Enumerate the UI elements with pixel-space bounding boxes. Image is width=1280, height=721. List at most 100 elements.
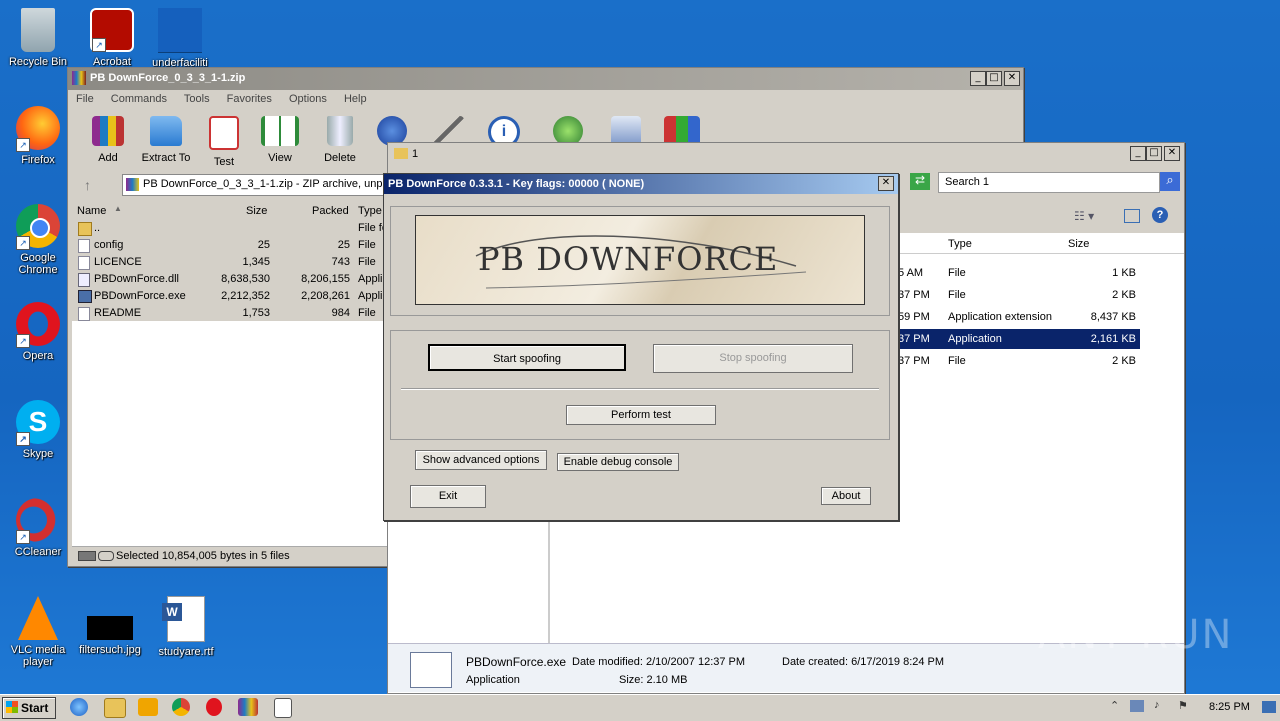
book-view-icon: [261, 116, 299, 146]
enable-debug-console-button[interactable]: Enable debug console: [557, 453, 679, 471]
desktop-icon-filtersuch[interactable]: filtersuch.jpg: [72, 596, 148, 656]
drive-icon: [78, 551, 96, 561]
folder-extract-icon: [150, 116, 182, 146]
path-bar: ↑ PB DownForce_0_3_3_1-1.zip - ZIP archi…: [72, 174, 394, 196]
winrar-titlebar[interactable]: PB DownForce_0_3_3_1-1.zip _ □ ✕: [68, 68, 1023, 90]
media-player-icon[interactable]: [138, 698, 158, 716]
anyrun-watermark: ANY RUN: [1038, 612, 1234, 658]
vlc-icon: [18, 596, 58, 640]
table-row[interactable]: .. File fo: [72, 220, 390, 237]
flag-icon[interactable]: ⚑: [1178, 699, 1188, 712]
col-size[interactable]: Size: [1068, 238, 1089, 250]
table-row[interactable]: LICENCE 1,345 743 File: [72, 254, 390, 271]
desktop-icon-skype[interactable]: S ↗ Skype: [0, 400, 76, 460]
test-button[interactable]: Test: [192, 116, 256, 168]
table-row[interactable]: 59 PM Application extension 8,437 KB: [898, 307, 1140, 327]
search-icon[interactable]: ⌕: [1160, 172, 1180, 191]
table-row[interactable]: 37 PM File 2 KB: [898, 351, 1140, 371]
exit-button[interactable]: Exit: [410, 485, 486, 508]
close-button[interactable]: ✕: [1004, 71, 1020, 86]
table-row[interactable]: 37 PM File 2 KB: [898, 285, 1140, 305]
dialog-titlebar[interactable]: PB DownForce 0.3.3.1 - Key flags: 00000 …: [384, 174, 898, 194]
desktop-icon-studyare[interactable]: W studyare.rtf: [148, 596, 224, 658]
app-window-icon[interactable]: [274, 698, 292, 718]
path-field[interactable]: PB DownForce_0_3_3_1-1.zip - ZIP archive…: [122, 174, 394, 196]
view-button[interactable]: View: [248, 116, 312, 164]
desktop-icon-underfaciliti[interactable]: underfaciliti: [142, 8, 218, 69]
maximize-button[interactable]: □: [1146, 146, 1162, 161]
desktop-icon-vlc[interactable]: VLC media player: [0, 596, 76, 668]
banner-image: PB DOWNFORCE: [415, 215, 865, 305]
minimize-button[interactable]: _: [970, 71, 986, 86]
extract-to-button[interactable]: Extract To: [134, 116, 198, 164]
desktop-icon-chrome[interactable]: ↗ Google Chrome: [0, 204, 76, 276]
perform-test-button[interactable]: Perform test: [566, 405, 716, 425]
chrome-icon[interactable]: [172, 698, 190, 716]
explorer-icon[interactable]: [104, 698, 126, 718]
volume-icon[interactable]: ♪: [1154, 699, 1160, 711]
skype-icon: S ↗: [16, 400, 60, 446]
table-row[interactable]: README 1,753 984 File: [72, 305, 390, 322]
desktop-icon-recycle-bin[interactable]: Recycle Bin: [0, 8, 76, 68]
menu-tools[interactable]: Tools: [184, 93, 210, 105]
desktop-icon-acrobat[interactable]: ↗ Acrobat: [74, 8, 150, 68]
trash-icon: [327, 116, 353, 146]
close-button[interactable]: ✕: [878, 176, 894, 191]
view-options-icon[interactable]: ☷ ▾: [1074, 209, 1094, 223]
ie-icon[interactable]: [70, 698, 88, 716]
winrar-icon[interactable]: [238, 698, 258, 716]
show-advanced-options-button[interactable]: Show advanced options: [415, 450, 547, 470]
menu-options[interactable]: Options: [289, 93, 327, 105]
minimize-button[interactable]: _: [1130, 146, 1146, 161]
pane-divider[interactable]: [548, 513, 550, 643]
menu-help[interactable]: Help: [344, 93, 367, 105]
opera-icon[interactable]: [206, 698, 222, 716]
maximize-button[interactable]: □: [986, 71, 1002, 86]
details-created: Date created: 6/17/2019 8:24 PM: [782, 656, 945, 668]
table-row[interactable]: config 25 25 File: [72, 237, 390, 254]
menu-commands[interactable]: Commands: [111, 93, 167, 105]
stop-spoofing-button[interactable]: Stop spoofing: [653, 344, 853, 373]
about-button[interactable]: About: [821, 487, 871, 505]
menu-file[interactable]: File: [76, 93, 94, 105]
table-row[interactable]: 5 AM File 1 KB: [898, 263, 1140, 283]
col-packed[interactable]: Packed: [312, 205, 349, 217]
explorer-titlebar[interactable]: 1 _ □ ✕: [388, 143, 1184, 165]
desktop-icon-label: Google Chrome: [18, 252, 58, 276]
menu-favorites[interactable]: Favorites: [227, 93, 272, 105]
desktop-icon-label: VLC media player: [10, 644, 66, 668]
table-row-selected[interactable]: 37 PM Application 2,161 KB: [898, 329, 1140, 349]
start-spoofing-button[interactable]: Start spoofing: [428, 344, 626, 371]
add-button[interactable]: Add: [76, 116, 140, 164]
up-arrow-icon[interactable]: ↑: [84, 177, 91, 193]
col-type[interactable]: Type: [358, 205, 382, 217]
exe-file-icon: [78, 290, 92, 303]
search-input[interactable]: Search 1: [938, 172, 1160, 193]
tray-expand-icon[interactable]: ⌃: [1110, 699, 1119, 712]
window-title: PB DownForce_0_3_3_1-1.zip: [90, 72, 246, 84]
pbdownforce-dialog: PB DownForce 0.3.3.1 - Key flags: 00000 …: [383, 173, 899, 521]
desktop-icon-opera[interactable]: ↗ Opera: [0, 302, 76, 362]
file-icon: [78, 307, 90, 321]
col-size[interactable]: Size: [246, 205, 267, 217]
desktop-icon-ccleaner[interactable]: ↗ CCleaner: [0, 498, 76, 558]
table-row[interactable]: PBDownForce.exe 2,212,352 2,208,261 Appl…: [72, 288, 390, 305]
list-header: Name ▲ Size Packed Type: [72, 202, 390, 220]
help-icon[interactable]: ?: [1152, 207, 1168, 223]
file-icon: [78, 239, 90, 253]
taskbar-clock[interactable]: 8:25 PM: [1209, 701, 1250, 713]
network-icon[interactable]: [1130, 700, 1144, 712]
close-button[interactable]: ✕: [1164, 146, 1180, 161]
chrome-icon: ↗: [16, 204, 60, 250]
table-row[interactable]: PBDownForce.dll 8,638,530 8,206,155 Appl…: [72, 271, 390, 288]
details-size: Size: 2.10 MB: [619, 674, 688, 686]
show-desktop-button[interactable]: [1262, 701, 1276, 713]
start-button[interactable]: Start: [2, 697, 56, 719]
col-name[interactable]: Name: [77, 205, 106, 217]
banner-text: PB DOWNFORCE: [478, 240, 779, 278]
opera-icon: ↗: [16, 302, 60, 348]
preview-pane-icon[interactable]: [1124, 209, 1140, 223]
col-type[interactable]: Type: [948, 238, 972, 250]
refresh-icon[interactable]: ⇄: [910, 173, 930, 190]
desktop-icon-firefox[interactable]: ↗ Firefox: [0, 106, 76, 166]
